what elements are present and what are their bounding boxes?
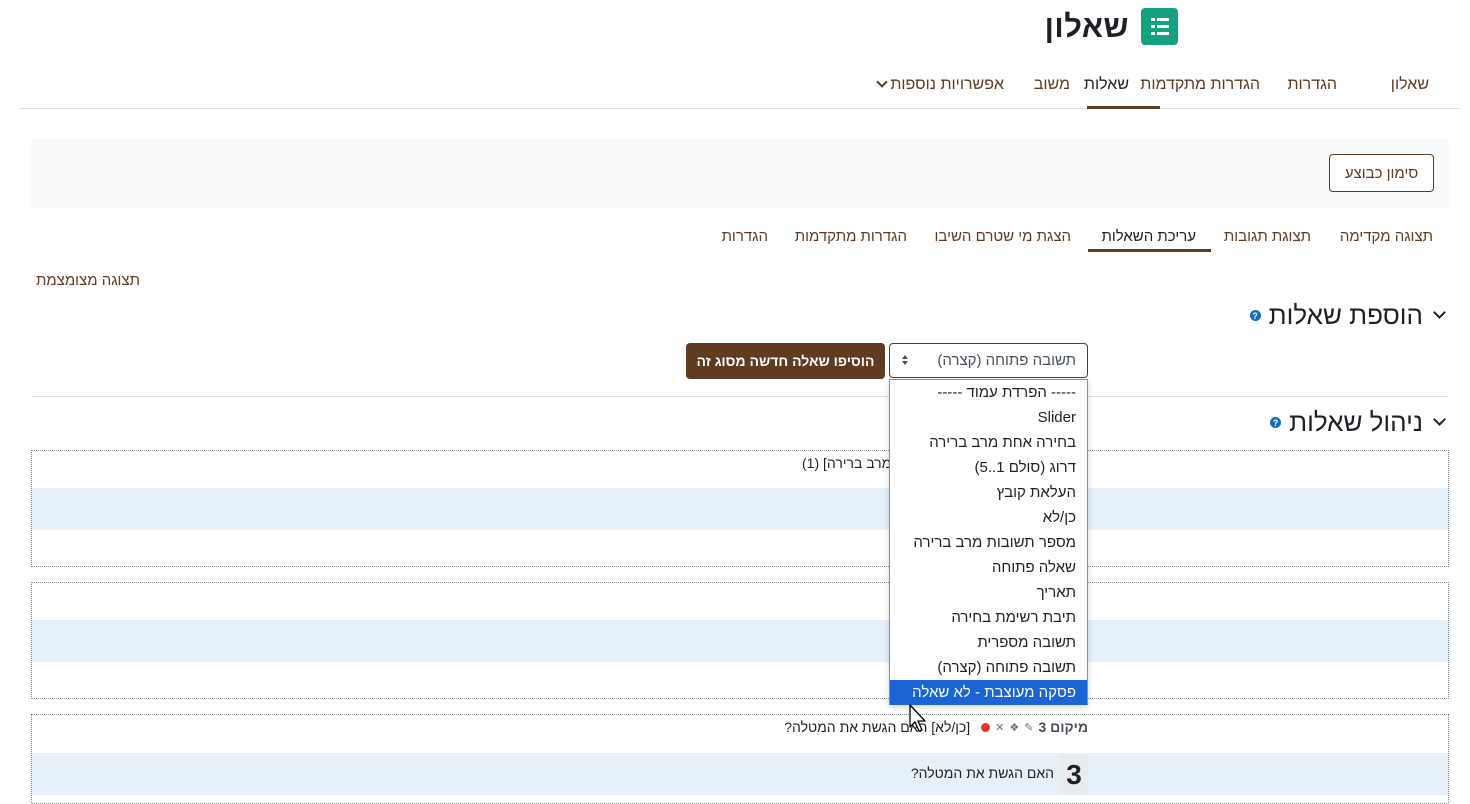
tab-advanced-settings[interactable]: הגדרות מתקדמות <box>1140 76 1260 94</box>
chevron-down-icon <box>1433 306 1446 319</box>
copy-icon[interactable]: ❖ <box>1009 721 1019 734</box>
tab-edit-questions[interactable]: עריכת השאלות <box>1101 228 1196 245</box>
option-short-text[interactable]: תשובה פתוחה (קצרה) <box>890 655 1087 680</box>
question-label: [כן/לא] האם הגשת את המטלה? <box>784 719 971 735</box>
option-label-paragraph[interactable]: פסקה מעוצבת - לא שאלה <box>890 680 1087 705</box>
option-file-upload[interactable]: העלאת קובץ <box>890 480 1087 505</box>
question-position: מיקום 3 <box>1038 719 1088 735</box>
primary-navigation: שאלון הגדרות הגדרות מתקדמות שאלות משוב א… <box>19 64 1460 109</box>
option-dropdown-box[interactable]: תיבת רשימת בחירה <box>890 605 1087 630</box>
question-header: מיקום 3 ✎ ❖ ✕ [כן/לא] האם הגשת את המטלה? <box>784 719 1088 735</box>
tab-feedback[interactable]: משוב <box>1034 76 1070 94</box>
option-page-break[interactable]: ----- הפרדת עמוד ----- <box>890 380 1087 405</box>
secondary-navigation: תצוגה מקדימה תצוגת תגובות עריכת השאלות ה… <box>31 222 1449 254</box>
add-questions-heading[interactable]: הוספת שאלות ? <box>1249 300 1446 331</box>
tab-settings-secondary[interactable]: הגדרות <box>722 228 768 245</box>
section-divider <box>31 396 1449 397</box>
required-indicator-icon[interactable] <box>981 722 991 732</box>
manage-questions-title: ניהול שאלות <box>1289 407 1423 437</box>
tab-view-responses[interactable]: תצוגת תגובות <box>1224 228 1311 245</box>
option-slider[interactable]: Slider <box>890 405 1087 430</box>
question-box: מרב ברירה] (1) <box>31 450 1449 567</box>
question-text: האם הגשת את המטלה? <box>910 765 1054 781</box>
question-type-dropdown-list[interactable]: ----- הפרדת עמוד ----- Slider בחירה אחת … <box>889 379 1088 705</box>
option-date[interactable]: תאריך <box>890 580 1087 605</box>
question-number: 3 <box>1060 755 1088 795</box>
mouse-cursor-icon <box>909 704 926 732</box>
page-title: שאלון <box>1044 8 1129 44</box>
mark-as-done-button[interactable]: סימון כבוצע <box>1329 154 1434 192</box>
question-box: מיקום 3 ✎ ❖ ✕ [כן/לא] האם הגשת את המטלה?… <box>31 714 1449 804</box>
help-icon[interactable]: ? <box>1270 417 1282 428</box>
activity-action-bar: סימון כבוצע <box>31 139 1449 208</box>
chevron-down-icon <box>1433 413 1446 426</box>
help-icon[interactable]: ? <box>1249 310 1261 321</box>
option-multiple-choice[interactable]: מספר תשובות מרב ברירה <box>890 530 1087 555</box>
survey-list-icon <box>1141 8 1178 45</box>
option-numeric[interactable]: תשובה מספרית <box>890 630 1087 655</box>
add-new-question-button[interactable]: הוסיפו שאלה חדשה מסוג זה <box>686 343 885 379</box>
question-content-band <box>32 620 1448 662</box>
tab-survey[interactable]: שאלון <box>1391 76 1429 94</box>
tab-preview[interactable]: תצוגה מקדימה <box>1340 228 1433 245</box>
question-box <box>31 582 1449 699</box>
edit-icon[interactable]: ✎ <box>1024 721 1033 734</box>
delete-icon[interactable]: ✕ <box>995 721 1004 734</box>
option-essay[interactable]: שאלה פתוחה <box>890 555 1087 580</box>
tab-advanced-settings-secondary[interactable]: הגדרות מתקדמות <box>795 228 907 245</box>
add-questions-title: הוספת שאלות <box>1268 300 1423 330</box>
manage-questions-heading[interactable]: ניהול שאלות ? <box>1270 407 1446 438</box>
page-header: שאלון <box>1045 8 1178 45</box>
option-rating-scale[interactable]: דרוג (סולם 1..5) <box>890 455 1087 480</box>
question-type-select-value: תשובה פתוחה (קצרה) <box>937 352 1076 369</box>
question-content-band <box>32 488 1448 530</box>
tab-non-respondents[interactable]: הצגת מי שטרם השיבו <box>935 228 1072 245</box>
active-tab-indicator <box>1087 106 1160 109</box>
more-options-label: אפשרויות נוספות <box>890 76 1004 93</box>
question-content-band <box>32 753 1448 795</box>
tab-more-options[interactable]: אפשרויות נוספות <box>872 76 1004 94</box>
chevron-down-icon <box>876 76 888 88</box>
question-type-select[interactable]: תשובה פתוחה (קצרה) <box>889 343 1088 378</box>
option-single-choice[interactable]: בחירה אחת מרב ברירה <box>890 430 1087 455</box>
question-label: מרב ברירה] (1) <box>802 455 892 471</box>
tab-settings[interactable]: הגדרות <box>1287 76 1337 94</box>
option-yes-no[interactable]: כן/לא <box>890 505 1087 530</box>
active-subtab-indicator <box>1088 249 1211 252</box>
compact-view-link[interactable]: תצוגה מצומצמת <box>36 272 140 289</box>
select-arrows-icon <box>902 354 908 368</box>
tab-questions[interactable]: שאלות <box>1084 76 1129 94</box>
